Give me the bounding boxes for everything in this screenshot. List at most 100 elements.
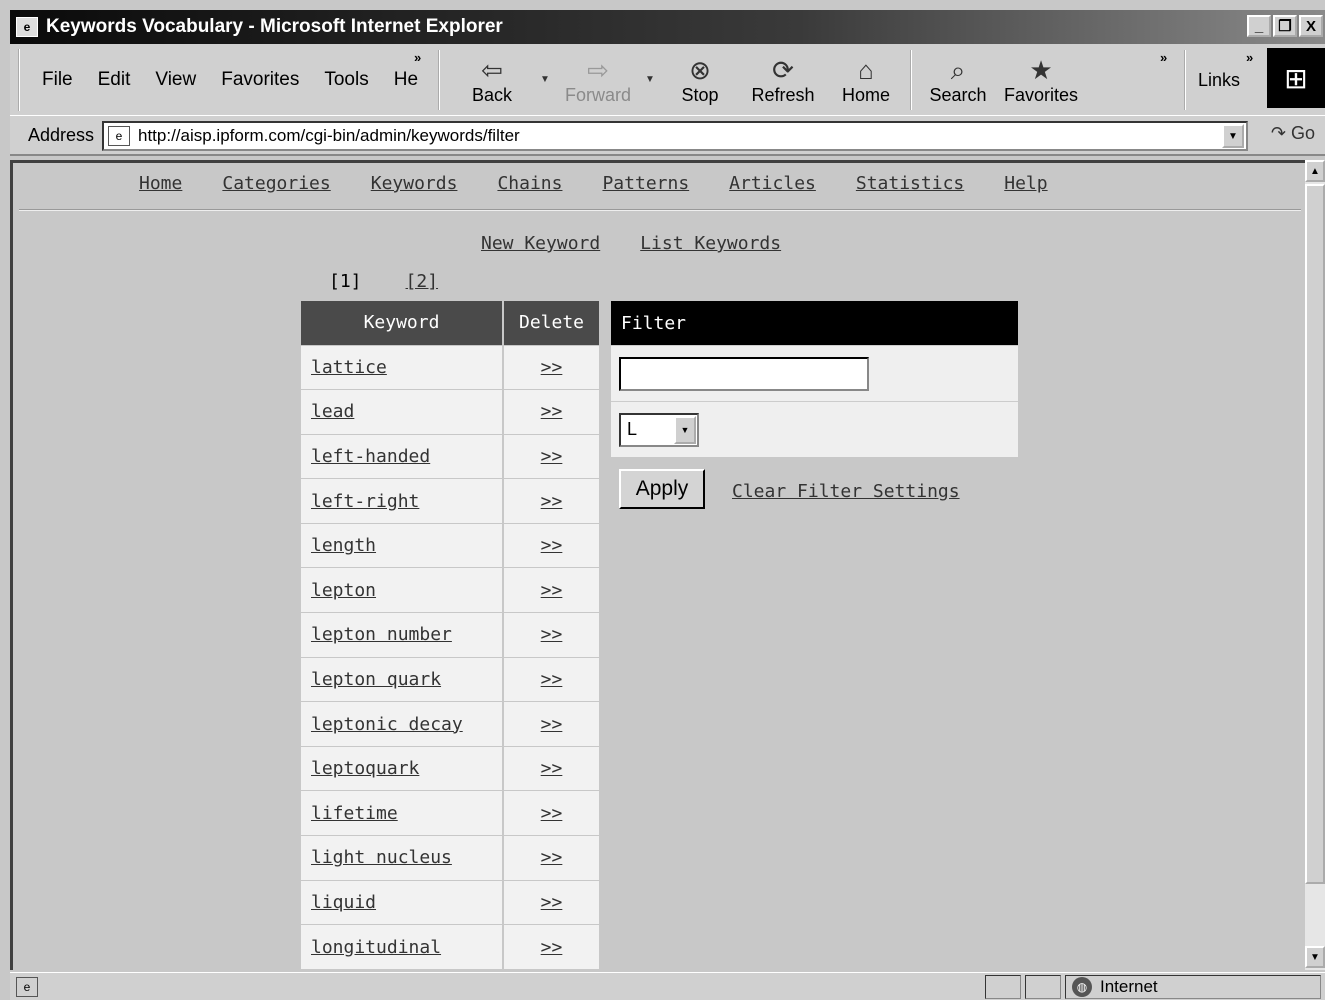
nav-patterns[interactable]: Patterns <box>602 173 689 194</box>
close-button[interactable]: X <box>1299 15 1323 37</box>
filter-text-input[interactable] <box>619 356 869 391</box>
keyword-link[interactable]: lead <box>311 401 354 422</box>
favorites-button[interactable]: ★ Favorites <box>1004 50 1078 110</box>
apply-button[interactable]: Apply <box>619 469 705 509</box>
back-arrow-icon: ⇦ <box>481 55 503 85</box>
menu-help[interactable]: He <box>394 69 418 91</box>
links-label[interactable]: Links <box>1198 70 1240 91</box>
nav-keywords[interactable]: Keywords <box>371 173 458 194</box>
delete-link[interactable]: >> <box>541 847 563 868</box>
restore-button[interactable]: ❐ <box>1273 15 1297 37</box>
nav-categories[interactable]: Categories <box>222 173 330 194</box>
keyword-link[interactable]: length <box>311 535 376 556</box>
nav-statistics[interactable]: Statistics <box>856 173 964 194</box>
back-dropdown-icon[interactable]: ▼ <box>540 74 550 85</box>
delete-link[interactable]: >> <box>541 357 563 378</box>
letter-select[interactable]: L ▼ <box>619 412 699 447</box>
menu-overflow-chevron[interactable]: » <box>414 50 421 65</box>
keyword-link[interactable]: left-right <box>311 491 419 512</box>
security-zone: ◍ Internet <box>1072 977 1158 997</box>
delete-link[interactable]: >> <box>541 535 563 556</box>
clear-filter-link[interactable]: Clear Filter Settings <box>732 481 960 502</box>
menu-view[interactable]: View <box>155 69 196 91</box>
keyword-actions: New Keyword List Keywords <box>481 233 781 254</box>
menu-tools[interactable]: Tools <box>324 69 368 91</box>
nav-help[interactable]: Help <box>1004 173 1047 194</box>
back-button[interactable]: ⇦ Back <box>468 50 516 110</box>
delete-link[interactable]: >> <box>541 624 563 645</box>
table-row: lattice >> <box>301 344 601 390</box>
keyword-link[interactable]: lifetime <box>311 803 398 824</box>
delete-link[interactable]: >> <box>541 669 563 690</box>
toolbar-separator <box>1184 50 1188 110</box>
keyword-link[interactable]: lepton number <box>311 624 452 645</box>
stop-button[interactable]: ⊗ Stop <box>676 50 724 110</box>
status-pane <box>985 975 1021 999</box>
delete-link[interactable]: >> <box>541 714 563 735</box>
letter-select-value: L <box>627 419 638 439</box>
list-keywords-link[interactable]: List Keywords <box>640 233 781 254</box>
minimize-button[interactable]: _ <box>1247 15 1271 37</box>
links-overflow-chevron[interactable]: » <box>1246 50 1253 65</box>
delete-link[interactable]: >> <box>541 937 563 958</box>
keyword-link[interactable]: lepton <box>311 580 376 601</box>
address-input[interactable]: e http://aisp.ipform.com/cgi-bin/admin/k… <box>102 121 1248 151</box>
delete-link[interactable]: >> <box>541 580 563 601</box>
delete-link[interactable]: >> <box>541 758 563 779</box>
new-keyword-link[interactable]: New Keyword <box>481 233 600 254</box>
search-icon: ⌕ <box>950 55 966 85</box>
keyword-link[interactable]: lattice <box>311 357 387 378</box>
keyword-link[interactable]: leptoquark <box>311 758 419 779</box>
table-row: leptonic decay >> <box>301 701 601 747</box>
keyword-link[interactable]: leptonic decay <box>311 714 463 735</box>
nav-home[interactable]: Home <box>139 173 182 194</box>
menu-edit[interactable]: Edit <box>98 69 131 91</box>
scroll-up-icon[interactable]: ▲ <box>1305 160 1325 182</box>
keyword-link[interactable]: left-handed <box>311 446 430 467</box>
stop-icon: ⊗ <box>689 55 711 85</box>
keyword-link[interactable]: longitudinal <box>311 937 441 958</box>
keyword-table: Keyword Delete lattice >> lead >> left-han… <box>301 301 601 970</box>
table-row: liquid >> <box>301 879 601 925</box>
table-row: lead >> <box>301 389 601 435</box>
nav-divider <box>19 209 1301 211</box>
forward-dropdown-icon[interactable]: ▼ <box>645 74 655 85</box>
scroll-thumb[interactable] <box>1305 184 1325 884</box>
home-button[interactable]: ⌂ Home <box>840 50 892 110</box>
select-dropdown-icon[interactable]: ▼ <box>674 415 696 444</box>
favorites-label: Favorites <box>1003 85 1079 105</box>
search-button[interactable]: ⌕ Search <box>928 50 988 110</box>
refresh-button[interactable]: ⟳ Refresh <box>750 50 816 110</box>
scroll-down-icon[interactable]: ▼ <box>1305 946 1325 968</box>
main-nav: Home Categories Keywords Chains Patterns… <box>139 173 1048 194</box>
window-title: Keywords Vocabulary - Microsoft Internet… <box>46 16 503 37</box>
menu-file[interactable]: File <box>42 69 73 91</box>
go-button[interactable]: ↷ Go <box>1271 123 1315 144</box>
address-url[interactable]: http://aisp.ipform.com/cgi-bin/admin/key… <box>138 126 520 146</box>
keyword-link[interactable]: lepton quark <box>311 669 441 690</box>
nav-chains[interactable]: Chains <box>497 173 562 194</box>
nav-articles[interactable]: Articles <box>729 173 816 194</box>
menu-favorites[interactable]: Favorites <box>221 69 299 91</box>
table-row: lepton quark >> <box>301 656 601 702</box>
address-dropdown-icon[interactable]: ▼ <box>1222 124 1244 148</box>
delete-column-header: Delete <box>503 301 601 345</box>
delete-link[interactable]: >> <box>541 401 563 422</box>
home-label: Home <box>841 85 890 105</box>
keyword-link[interactable]: light nucleus <box>311 847 452 868</box>
delete-link[interactable]: >> <box>541 446 563 467</box>
delete-link[interactable]: >> <box>541 892 563 913</box>
keyword-link[interactable]: liquid <box>311 892 376 913</box>
vertical-scrollbar[interactable]: ▲ ▼ <box>1305 160 1325 970</box>
zone-label: Internet <box>1100 977 1158 996</box>
page-2-link[interactable]: [2] <box>406 271 439 292</box>
stop-label: Stop <box>681 85 719 105</box>
back-label: Back <box>471 85 513 105</box>
toolbar-overflow-chevron[interactable]: » <box>1160 50 1167 65</box>
forward-button[interactable]: ⇨ Forward <box>562 50 634 110</box>
globe-icon: ◍ <box>1072 977 1092 997</box>
table-row: lifetime >> <box>301 790 601 836</box>
delete-link[interactable]: >> <box>541 803 563 824</box>
delete-link[interactable]: >> <box>541 491 563 512</box>
go-label: Go <box>1290 123 1315 143</box>
